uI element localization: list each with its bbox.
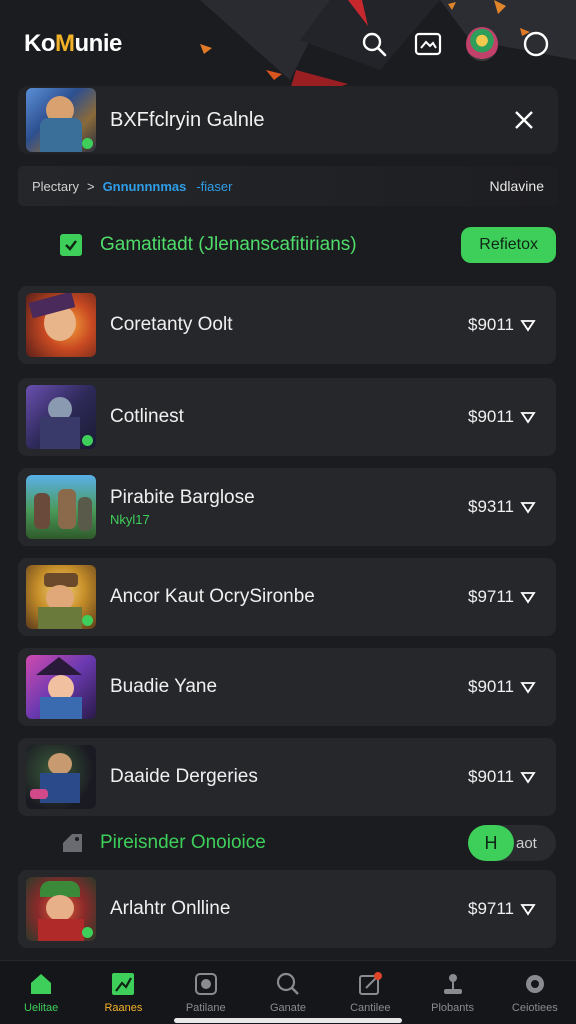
nav-tab-home[interactable]: Uelitae [0,961,82,1024]
nav-tab-search[interactable]: Ganate [247,961,329,1024]
featured-game-banner[interactable]: BXFfclryin Galnle [18,86,558,154]
search-icon [276,972,299,995]
game-price: $9011 [467,315,514,334]
nav-tab-patilane[interactable]: Patilane [165,961,247,1024]
game-thumbnail [26,293,96,357]
filter-row: Gamatitadt (Jlenanscafitirians) Refietox [60,224,556,266]
edit-icon [359,972,383,995]
toggle-text: aot [516,834,537,852]
settings-icon [525,975,544,993]
close-icon[interactable] [512,108,536,132]
nav-tab-settings[interactable]: Ceiotiees [494,961,576,1024]
gallery-icon[interactable] [412,28,444,60]
game-thumbnail [26,877,96,941]
top-bar: KoMunie [0,0,576,88]
breadcrumb-separator: > [86,178,95,194]
secondary-filter-label: Pireisnder Onoioice [100,832,266,853]
game-name: Pirabite Barglose [110,487,255,508]
menu-circle-icon[interactable] [520,28,552,60]
filter-checkbox[interactable] [60,234,82,256]
game-price: $9011 [467,767,514,786]
secondary-filter-row: Pireisnder Onoioice H aot [60,824,556,862]
game-name: Daaide Dergeries [110,766,258,787]
home-indicator[interactable] [174,1018,402,1023]
game-thumbnail [26,565,96,629]
joystick-icon [443,974,462,994]
game-name: Buadie Yane [110,676,218,697]
nav-tab-cantilee[interactable]: Cantilee [329,961,411,1024]
game-thumbnail [26,655,96,719]
home-icon [31,974,52,994]
game-thumbnail [26,88,96,152]
chart-icon [112,973,135,995]
toggle-knob: H [468,825,514,861]
game-name: Coretanty Oolt [110,314,233,335]
nav-tab-rankings[interactable]: Raanes [82,961,164,1024]
app-logo[interactable]: KoMunie [24,30,122,58]
chevron-down-icon[interactable] [520,769,536,785]
chevron-down-icon[interactable] [520,679,536,695]
game-thumbnail [26,385,96,449]
list-item[interactable]: Buadie Yane $9011 [18,648,556,726]
search-icon[interactable] [358,28,390,60]
list-item[interactable]: Ancor Kaut OcrySironbe $9711 [18,558,556,636]
breadcrumb-item[interactable]: Plectary [32,179,79,194]
list-item[interactable]: Arlahtr Onlline $9711 [18,870,556,948]
tag-icon [63,834,82,852]
game-name: Cotlinest [110,406,184,427]
filter-label: Gamatitadt (Jlenanscafitirians) [100,234,357,255]
list-item[interactable]: Pirabite Barglose Nkyl17 $9311 [18,468,556,546]
game-thumbnail [26,475,96,539]
refresh-button[interactable]: Refietox [461,227,556,263]
game-subtitle: Nkyl17 [110,512,150,527]
game-name: Arlahtr Onlline [110,898,231,919]
nav-tab-plobants[interactable]: Plobants [411,961,493,1024]
list-item[interactable]: Daaide Dergeries $9011 [18,738,556,816]
camera-icon [194,973,217,995]
profile-avatar-icon[interactable] [466,27,498,61]
game-price: $9711 [467,587,514,606]
chevron-down-icon[interactable] [520,317,536,333]
game-price: $9711 [467,899,514,918]
game-thumbnail [26,745,96,809]
game-price: $9311 [467,497,514,516]
game-price: $9011 [467,407,514,426]
chevron-down-icon[interactable] [520,409,536,425]
breadcrumb-item[interactable]: -fiaser [196,179,232,194]
chevron-down-icon[interactable] [520,499,536,515]
chevron-down-icon[interactable] [520,589,536,605]
list-item[interactable]: Cotlinest $9011 [18,378,556,456]
list-item[interactable]: Coretanty Oolt $9011 [18,286,556,364]
sort-label[interactable]: Ndlavine [490,178,544,194]
game-price: $9011 [467,677,514,696]
banner-title: BXFfclryin Galnle [110,108,265,131]
breadcrumb: Plectary > Gnnunnnmas -fiaser Ndlavine [18,166,558,206]
filter-toggle[interactable]: H aot [468,825,556,861]
chevron-down-icon[interactable] [520,901,536,917]
bottom-navigation: Uelitae Raanes Patilane Ganate Cantilee … [0,960,576,1024]
breadcrumb-item[interactable]: Gnnunnnmas [103,179,187,194]
game-name: Ancor Kaut OcrySironbe [110,586,315,607]
